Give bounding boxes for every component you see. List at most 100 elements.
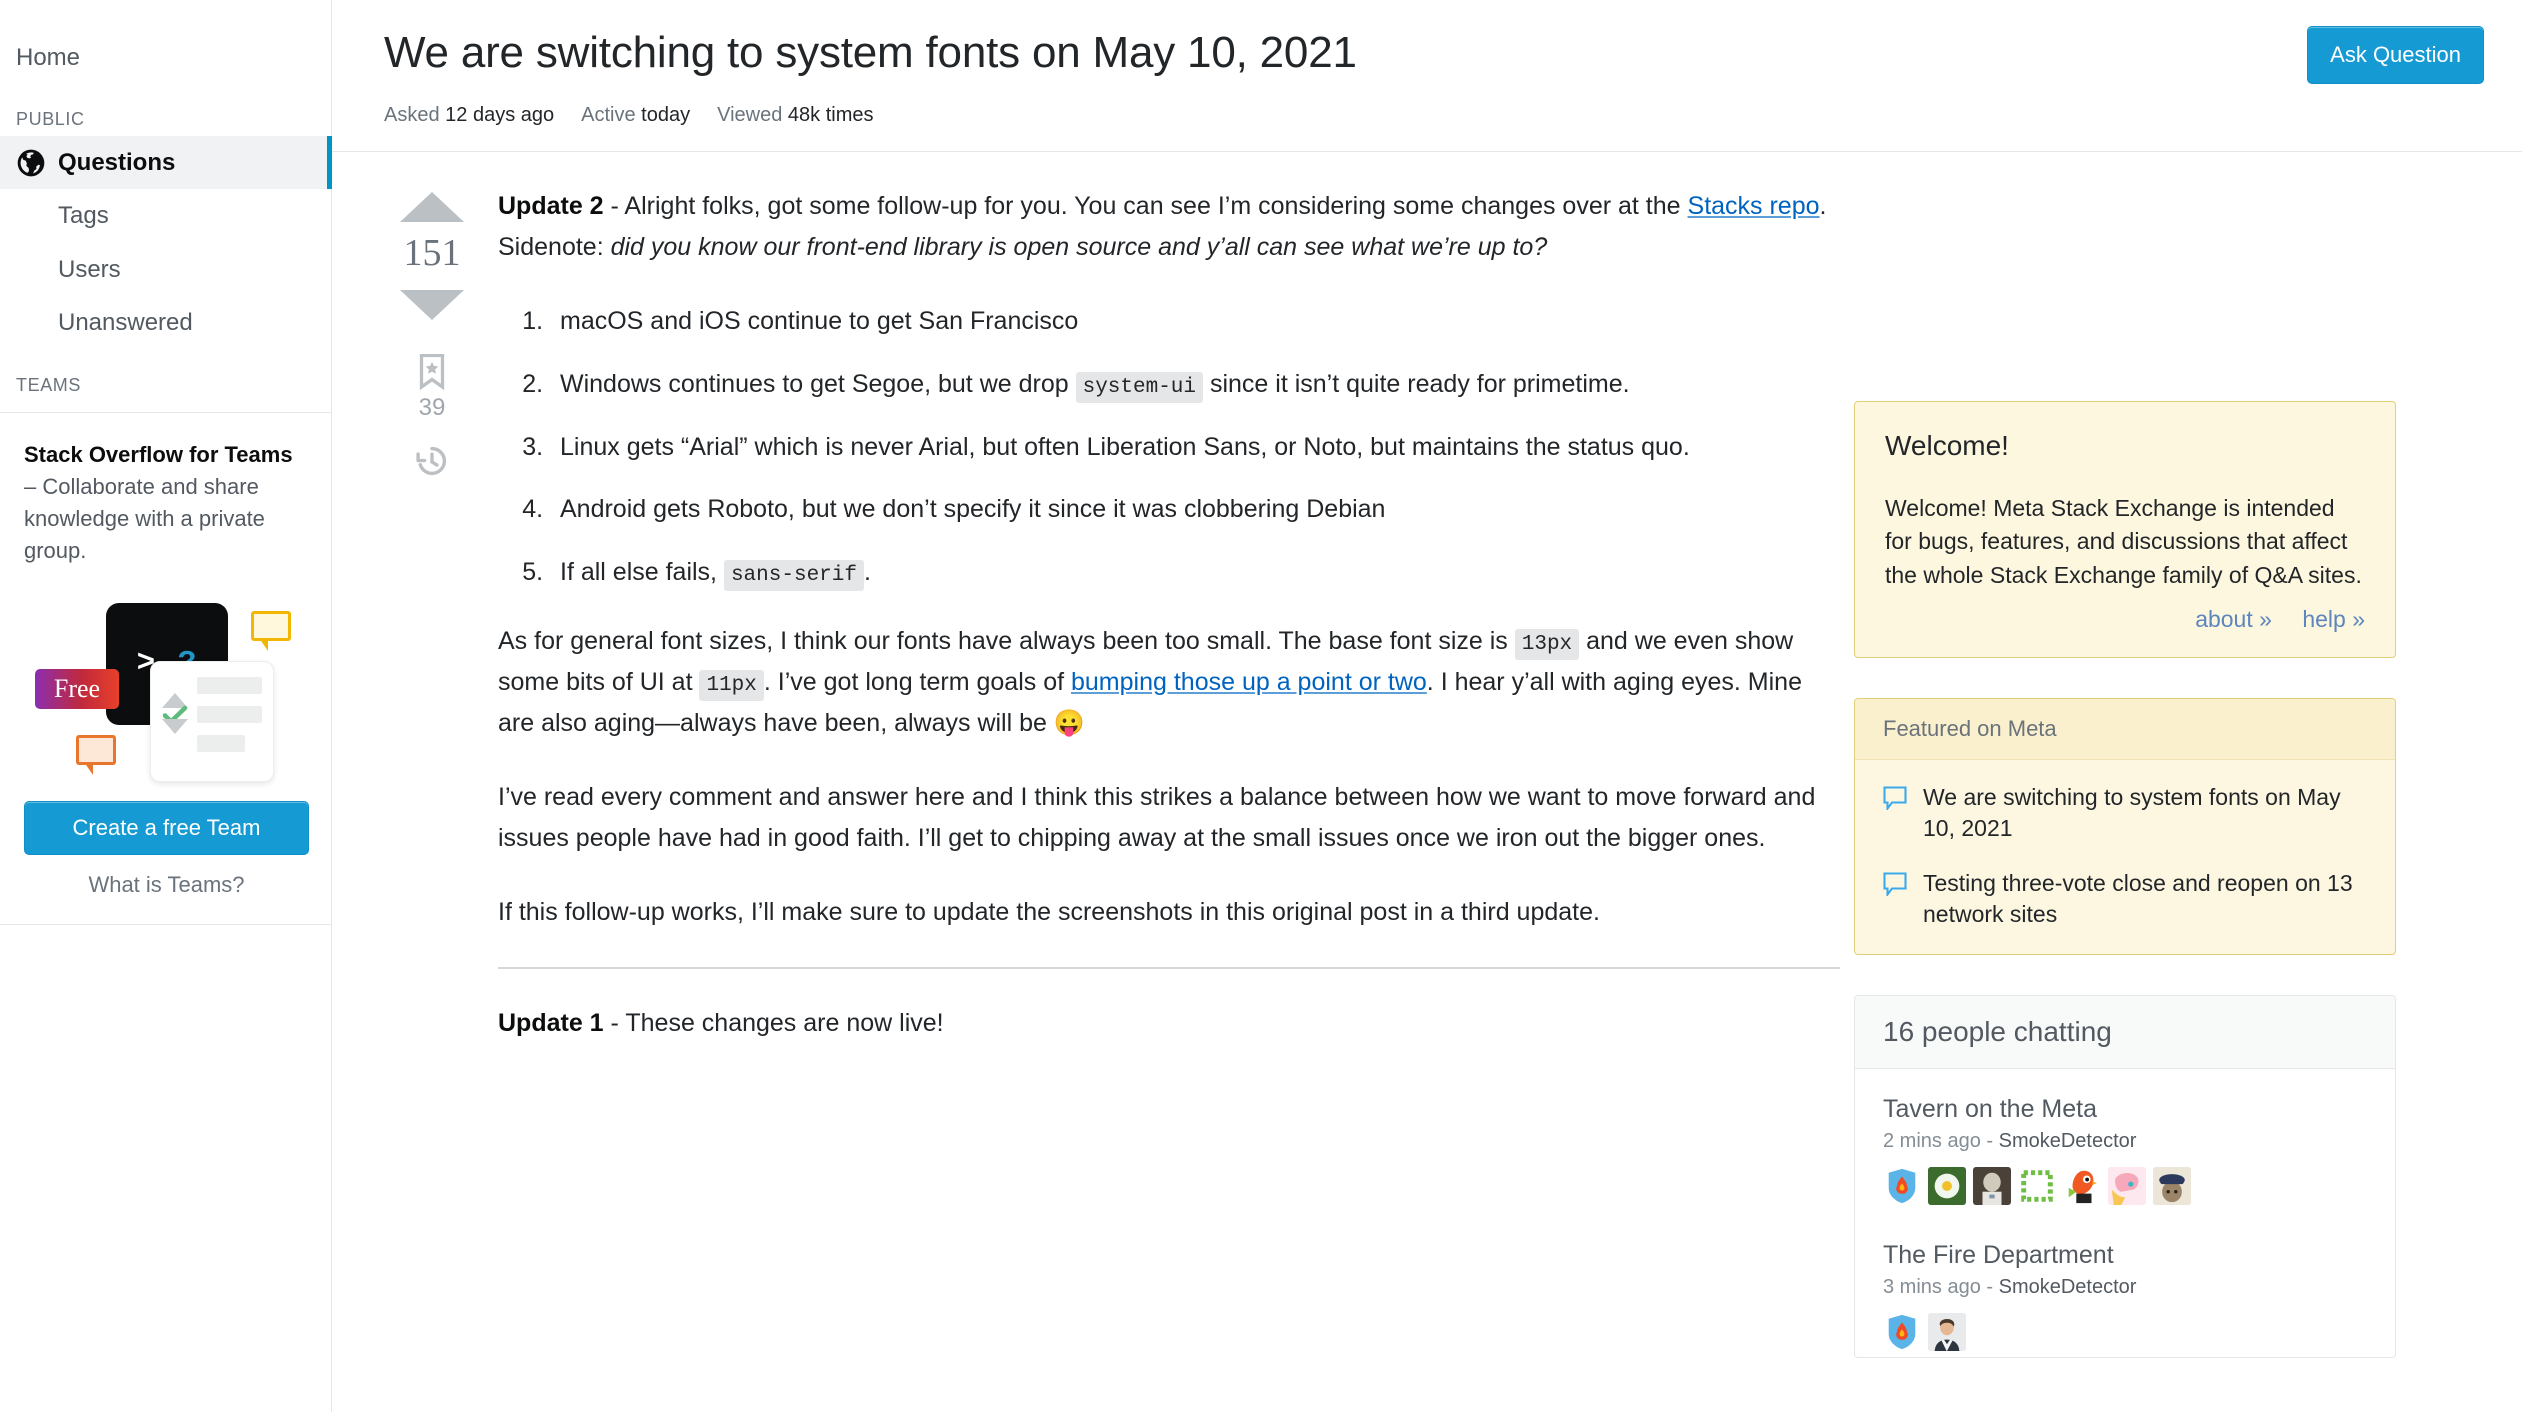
speech-bubble-icon [1883,872,1907,901]
stat-asked: Asked 12 days ago [384,104,554,127]
bookmark-count: 39 [418,394,446,421]
stat-active-value: today [641,104,691,126]
featured-item-link[interactable]: We are switching to system fonts on May … [1923,782,2367,844]
globe-icon [16,148,46,178]
avatar[interactable] [2063,1167,2101,1206]
teams-promo-card: Stack Overflow for Teams – Collaborate a… [0,411,331,925]
yellow-speech-bubble-icon [251,610,291,651]
chat-room-the-fire-department[interactable]: The Fire Department 3 mins ago - SmokeDe… [1855,1211,2395,1357]
font-changes-list: macOS and iOS continue to get San Franci… [498,301,1840,593]
update2-label: Update 2 [498,192,604,220]
font-sizes-paragraph: As for general font sizes, I think our f… [498,621,1840,744]
chat-heading: 16 people chatting [1855,996,2395,1070]
list-item[interactable]: We are switching to system fonts on May … [1883,782,2367,844]
welcome-body: Welcome! Meta Stack Exchange is intended… [1885,495,2362,588]
welcome-heading: Welcome! [1885,430,2009,461]
placeholder-bar [197,735,245,752]
answers-card-illustration [150,660,274,782]
chat-room-meta: 3 mins ago - SmokeDetector [1883,1276,2367,1299]
avatar[interactable] [1928,1313,1966,1352]
sidebar-item-label: Tags [58,202,109,230]
featured-on-meta-card: Featured on Meta We are switching to sys… [1854,698,2396,956]
sidebar-section-teams: TEAMS [16,374,82,395]
chat-room-time: 2 mins ago - [1883,1130,1999,1153]
sidebar-item-label: Unanswered [58,308,193,336]
list-item[interactable]: Testing three-vote close and reopen on 1… [1883,868,2367,930]
sidebar-item-unanswered[interactable]: Unanswered [0,296,331,349]
avatar[interactable] [2153,1167,2191,1206]
inline-code: sans-serif [723,559,864,591]
page-title: We are switching to system fonts on May … [384,28,1357,77]
ask-question-button[interactable]: Ask Question [2307,26,2484,84]
upvote-button[interactable] [400,192,464,222]
stacks-repo-link[interactable]: Stacks repo [1688,192,1820,220]
avatar[interactable] [2018,1167,2056,1206]
bookmark-star-icon[interactable] [417,354,447,390]
avatar[interactable] [1973,1167,2011,1206]
list-item: Windows continues to get Segoe, but we d… [550,364,1840,405]
chat-room-avatars [1883,1167,2367,1206]
post-body: Update 2 - Alright folks, got some follo… [480,186,1840,1398]
featured-list: We are switching to system fonts on May … [1855,760,2395,954]
list-item-text-a: macOS and iOS continue to get San Franci… [560,307,1079,335]
help-link[interactable]: help » [2302,606,2365,632]
sidebar-item-label: Questions [58,149,176,177]
placeholder-bar [197,706,262,723]
speech-bubble-icon [1883,786,1907,815]
list-item-text-b: since it isn’t quite ready for primetime… [1203,369,1630,398]
teams-promo-title: Stack Overflow for Teams [24,441,293,467]
featured-heading: Featured on Meta [1855,699,2395,761]
followup-paragraph: If this follow-up works, I’ll make sure … [498,898,1600,927]
list-item: Linux gets “Arial” which is never Arial,… [550,427,1840,468]
chat-room-time: 3 mins ago - [1883,1276,1999,1299]
font-sizes-text-c: . I’ve got long term goals of [763,667,1071,696]
list-item-text-a: Linux gets “Arial” which is never Arial,… [560,432,1690,461]
list-item-text-a: If all else fails, [560,557,724,586]
update1-label: Update 1 [498,1008,604,1037]
downvote-button[interactable] [400,290,464,320]
list-item: If all else fails, sans-serif. [550,552,1840,593]
sidebar-item-home[interactable]: Home [0,32,331,83]
orange-speech-bubble-icon [76,734,116,775]
read-comments-paragraph: I’ve read every comment and answer here … [498,783,1816,852]
clock-history-icon[interactable] [415,444,449,483]
vote-score: 151 [403,232,461,274]
teams-promo-dash: – [24,473,43,499]
sidebar-item-users[interactable]: Users [0,243,331,296]
inline-code-11px: 11px [699,669,764,701]
about-link[interactable]: about » [2195,606,2272,632]
vote-column: 151 39 [384,186,480,1398]
list-item-text-a: Windows continues to get Segoe, but we d… [560,369,1076,398]
stat-viewed-label: Viewed [717,104,783,126]
chat-room-tavern-on-the-meta[interactable]: Tavern on the Meta 2 mins ago - SmokeDet… [1855,1069,2395,1211]
sidebar-section-public: PUBLIC [16,109,85,130]
update2-intro-a: - Alright folks, got some follow-up for … [603,192,1688,220]
question-page: Home PUBLIC Questions Tags Users Unanswe… [0,0,2522,1412]
welcome-card: Welcome! Welcome! Meta Stack Exchange is… [1854,401,2396,659]
chat-room-user: SmokeDetector [1998,1276,2137,1299]
sidebar-item-label: Home [16,44,81,71]
avatar[interactable] [2108,1167,2146,1206]
update2-paragraph: Update 2 - Alright folks, got some follo… [498,186,1840,267]
featured-item-link[interactable]: Testing three-vote close and reopen on 1… [1923,868,2367,930]
question-stats: Asked 12 days ago Active today Viewed 48… [384,84,2484,151]
avatar[interactable] [1928,1167,1966,1206]
what-is-teams-link[interactable]: What is Teams? [24,872,309,898]
sidebar-item-questions[interactable]: Questions [0,136,332,190]
avatar[interactable] [1883,1167,1921,1206]
chat-room-meta: 2 mins ago - SmokeDetector [1883,1130,2367,1153]
chat-room-name: Tavern on the Meta [1883,1095,2098,1124]
inline-code: system-ui [1075,371,1204,403]
create-free-team-button[interactable]: Create a free Team [24,800,309,855]
section-divider [498,966,1840,969]
list-item-text-b: . [863,557,871,586]
arrow-up-icon [162,675,188,708]
font-sizes-text-a: As for general font sizes, I think our f… [498,626,1515,655]
bumping-sizes-link[interactable]: bumping those up a point or two [1071,668,1427,696]
question-header: We are switching to system fonts on May … [332,0,2522,152]
sidebar-item-tags[interactable]: Tags [0,189,331,242]
welcome-links: about » help » [1885,600,2365,633]
avatar[interactable] [1883,1313,1921,1352]
free-badge-label: Free [53,673,101,703]
teams-promo-text: Stack Overflow for Teams – Collaborate a… [24,439,309,567]
